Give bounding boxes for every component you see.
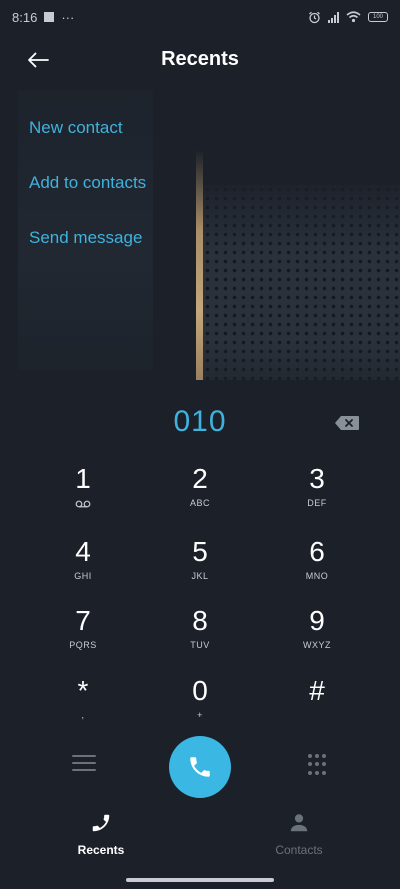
key-letters: TUV — [190, 640, 210, 650]
signal-icon — [328, 11, 339, 23]
key-hash[interactable]: # — [267, 674, 367, 740]
key-digit: 6 — [309, 536, 325, 567]
person-icon — [290, 814, 308, 832]
action-menu: New contact Add to contacts Send message — [29, 112, 146, 277]
key-7[interactable]: 7 PQRS — [33, 604, 133, 670]
key-digit: 4 — [75, 536, 91, 567]
key-letters: MNO — [305, 571, 329, 581]
key-letters: PQRS — [69, 640, 97, 650]
key-digit: 0 — [192, 675, 208, 706]
send-message-link[interactable]: Send message — [29, 222, 146, 277]
key-6[interactable]: 6 MNO — [267, 535, 367, 601]
background-stripe — [196, 150, 203, 380]
key-3[interactable]: 3 DEF — [267, 462, 367, 528]
notification-icon — [44, 12, 55, 22]
key-digit: 1 — [75, 463, 91, 494]
key-digit: # — [309, 675, 325, 706]
call-button[interactable] — [169, 736, 231, 798]
battery-level: 100 — [372, 14, 383, 20]
key-digit: 7 — [75, 605, 91, 636]
status-time: 8:16 — [12, 9, 38, 25]
key-letters: JKL — [191, 571, 209, 581]
tab-recents[interactable]: Recents — [41, 812, 161, 857]
phone-icon — [190, 757, 210, 777]
background-fade — [203, 185, 400, 380]
key-digit: 2 — [192, 463, 208, 494]
alarm-icon — [309, 11, 320, 23]
add-to-contacts-link[interactable]: Add to contacts — [29, 167, 146, 222]
key-letters: + — [197, 710, 203, 720]
dialpad-icon[interactable] — [308, 754, 326, 776]
key-letters — [267, 708, 367, 722]
key-letters: , — [81, 710, 85, 720]
bottom-nav: Recents Contacts — [0, 812, 400, 862]
page-title: Recents — [161, 48, 239, 70]
key-9[interactable]: 9 WXYZ — [267, 604, 367, 670]
tab-recents-label: Recents — [77, 843, 125, 857]
key-digit: * — [77, 675, 89, 706]
key-star[interactable]: * , — [33, 674, 133, 740]
key-5[interactable]: 5 JKL — [150, 535, 250, 601]
header: Recents — [0, 40, 400, 80]
key-letters: WXYZ — [303, 640, 331, 650]
key-0[interactable]: 0 + — [150, 674, 250, 740]
phone-icon — [92, 814, 110, 832]
key-letters: DEF — [307, 498, 327, 508]
key-digit: 8 — [192, 605, 208, 636]
menu-icon[interactable] — [72, 755, 96, 775]
battery-icon: 100 — [368, 12, 388, 22]
voicemail-icon — [33, 496, 133, 510]
backspace-icon — [335, 416, 359, 430]
status-left: 8:16 ··· — [12, 10, 74, 25]
tab-contacts-label: Contacts — [275, 843, 323, 857]
key-letters: ABC — [189, 498, 210, 508]
tab-contacts[interactable]: Contacts — [239, 812, 359, 857]
key-2[interactable]: 2 ABC — [150, 462, 250, 528]
key-digit: 3 — [309, 463, 325, 494]
home-indicator[interactable] — [126, 878, 274, 882]
key-digit: 5 — [192, 536, 208, 567]
status-right: 100 — [308, 11, 388, 24]
key-digit: 9 — [309, 605, 325, 636]
backspace-button[interactable] — [332, 412, 362, 434]
key-8[interactable]: 8 TUV — [150, 604, 250, 670]
status-bar: 8:16 ··· 100 — [0, 0, 400, 34]
wifi-icon — [346, 11, 361, 23]
key-letters: GHI — [74, 571, 92, 581]
new-contact-link[interactable]: New contact — [29, 112, 146, 167]
key-1[interactable]: 1 — [33, 462, 133, 528]
status-more-dots: ··· — [61, 9, 75, 25]
key-4[interactable]: 4 GHI — [33, 535, 133, 601]
